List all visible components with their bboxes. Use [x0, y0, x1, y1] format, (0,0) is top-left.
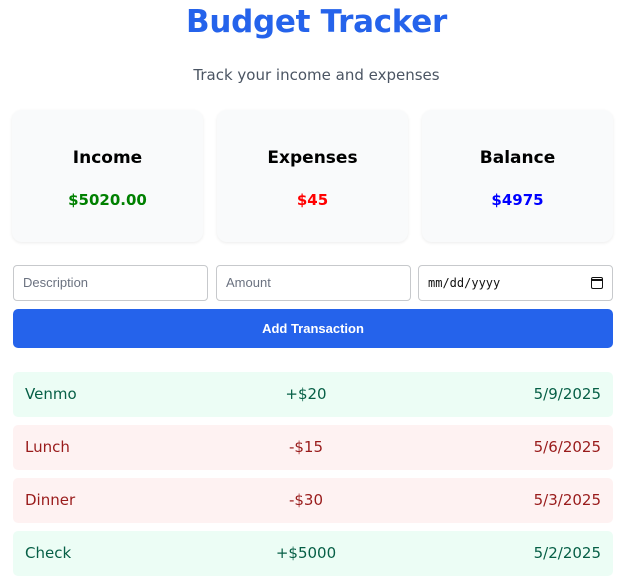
- income-card: Income $5020.00: [12, 110, 203, 242]
- expenses-card: Expenses $45: [217, 110, 408, 242]
- amount-placeholder: Amount: [226, 275, 271, 290]
- transaction-date: 5/9/2025: [533, 385, 601, 403]
- transaction-date: 5/6/2025: [533, 438, 601, 456]
- balance-card: Balance $4975: [422, 110, 613, 242]
- expenses-value: $45: [296, 191, 329, 209]
- description-input[interactable]: Description: [13, 265, 208, 301]
- transaction-amount: -$30: [288, 491, 324, 509]
- calendar-icon[interactable]: [590, 277, 603, 289]
- balance-label: Balance: [479, 148, 556, 168]
- transaction-date: 5/3/2025: [533, 491, 601, 509]
- transaction-date: 5/2/2025: [533, 544, 601, 562]
- transaction-amount: +$5000: [275, 544, 337, 562]
- date-input[interactable]: mm/dd/yyyy: [418, 265, 613, 301]
- description-placeholder: Description: [23, 275, 89, 290]
- transaction-row: Lunch -$15 5/6/2025: [13, 425, 613, 470]
- transaction-row: Venmo +$20 5/9/2025: [13, 372, 613, 417]
- add-transaction-button[interactable]: Add Transaction: [13, 309, 613, 348]
- balance-value: $4975: [491, 191, 544, 209]
- page-title: Budget Tracker: [186, 4, 447, 40]
- date-placeholder: mm/dd/yyyy: [428, 276, 501, 290]
- page-subtitle: Track your income and expenses: [193, 66, 440, 84]
- expenses-label: Expenses: [267, 148, 358, 168]
- amount-input[interactable]: Amount: [216, 265, 411, 301]
- transaction-amount: +$20: [285, 385, 327, 403]
- transaction-row: Check +$5000 5/2/2025: [13, 531, 613, 576]
- transaction-amount: -$15: [288, 438, 324, 456]
- transaction-row: Dinner -$30 5/3/2025: [13, 478, 613, 523]
- income-value: $5020.00: [68, 191, 147, 209]
- income-label: Income: [72, 148, 143, 168]
